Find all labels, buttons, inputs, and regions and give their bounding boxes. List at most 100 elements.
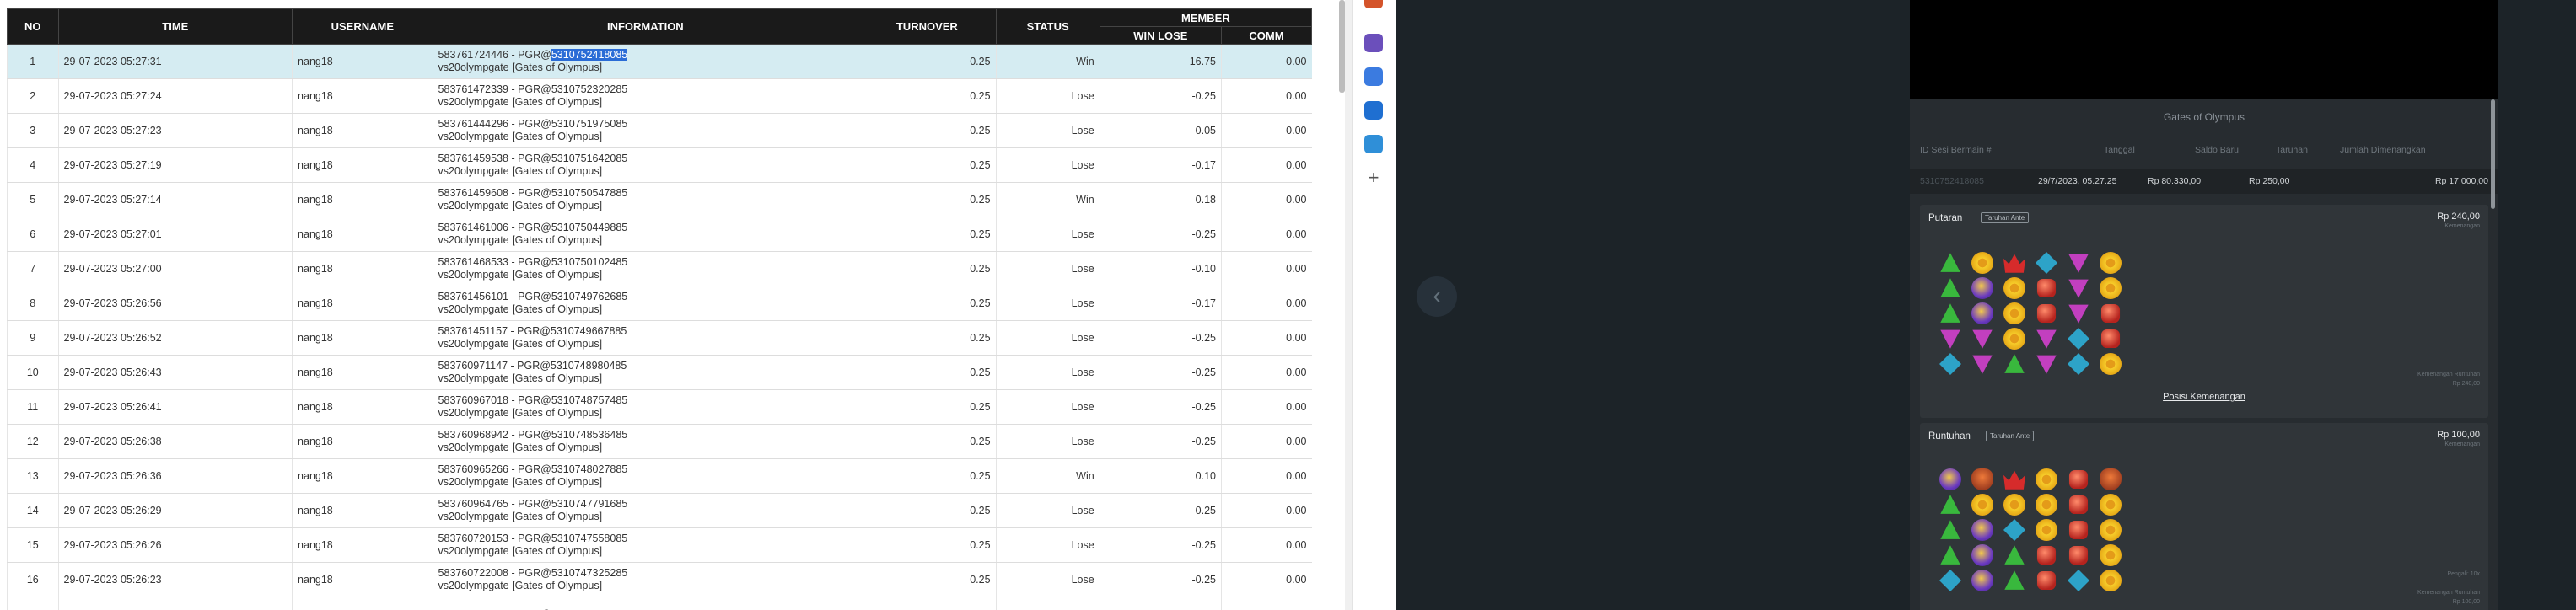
symbol-icon bbox=[2036, 278, 2057, 298]
cell-comm: 0.00 bbox=[1220, 251, 1312, 286]
header-turnover[interactable]: TURNOVER bbox=[858, 8, 997, 45]
table-row[interactable]: 2 29-07-2023 05:27:24 nang18 583761472339 -… bbox=[7, 78, 1312, 114]
cascade-win-label: Kemenangan Runtuhan bbox=[2417, 590, 2480, 596]
table-row[interactable]: 10 29-07-2023 05:26:43 nang18 583760971147 … bbox=[7, 355, 1312, 390]
info-game: vs20olympgate [Gates of Olympus] bbox=[438, 269, 603, 281]
symbol-icon bbox=[1971, 544, 1993, 566]
table-row[interactable]: 3 29-07-2023 05:27:23 nang18 583761444296 -… bbox=[7, 113, 1312, 148]
cell-time: 29-07-2023 05:26:38 bbox=[57, 424, 293, 459]
toolbox-icon[interactable] bbox=[1364, 0, 1383, 8]
cell-comm: 0.00 bbox=[1220, 389, 1312, 425]
cell-turnover: 0.25 bbox=[858, 147, 997, 183]
header-no[interactable]: NO bbox=[7, 8, 59, 45]
info-id: 583760964765 - PGR@5310747791685 bbox=[438, 498, 628, 510]
header-comm[interactable]: COMM bbox=[1220, 26, 1313, 45]
cell-username: nang18 bbox=[292, 389, 433, 425]
table-row[interactable]: 11 29-07-2023 05:26:41 nang18 583760967018 … bbox=[7, 389, 1312, 425]
people-icon[interactable] bbox=[1364, 34, 1383, 52]
cell-turnover: 0.25 bbox=[858, 458, 997, 494]
detail-values: 5310752418085 29/7/2023, 05.27.25 Rp 80.… bbox=[1910, 169, 2498, 194]
cart-icon[interactable] bbox=[1364, 135, 1383, 153]
outlook-icon[interactable] bbox=[1364, 101, 1383, 120]
cell-turnover: 0.25 bbox=[858, 355, 997, 390]
symbol-icon bbox=[2100, 468, 2122, 490]
symbol-icon bbox=[1972, 329, 1993, 349]
cell-comm: 0.00 bbox=[1220, 113, 1312, 148]
cell-username: nang18 bbox=[292, 286, 433, 321]
table-row[interactable]: 5 29-07-2023 05:27:14 nang18 583761459608 -… bbox=[7, 182, 1312, 217]
selected-text[interactable]: 5310752418085 bbox=[551, 49, 628, 61]
cell-turnover: 0.25 bbox=[858, 562, 997, 597]
table-row[interactable]: 12 29-07-2023 05:26:38 nang18 583760968942 … bbox=[7, 424, 1312, 459]
chevron-left-icon[interactable]: ‹ bbox=[1417, 276, 1457, 317]
table-row[interactable]: 14 29-07-2023 05:26:29 nang18 583760964765 … bbox=[7, 493, 1312, 528]
symbol-icon bbox=[2003, 494, 2025, 516]
date-value: 29/7/2023, 05.27.25 bbox=[2038, 176, 2117, 186]
cell-information: 583760965266 - PGR@5310748027885 vs20olym… bbox=[432, 458, 858, 494]
copilot-icon[interactable] bbox=[1364, 67, 1383, 86]
cell-win-lose: 0.10 bbox=[1099, 458, 1222, 494]
table-row[interactable]: 583760719428 - PGR@5310747096285 bbox=[7, 597, 1312, 610]
header-information[interactable]: INFORMATION bbox=[432, 8, 859, 45]
session-id-value: 5310752418085 bbox=[1920, 176, 1984, 186]
symbol-icon bbox=[2036, 570, 2057, 591]
cell-time: 29-07-2023 05:27:01 bbox=[57, 217, 293, 252]
cell-win-lose: -0.25 bbox=[1099, 355, 1222, 390]
symbol-icon bbox=[1940, 303, 1960, 323]
info-game: vs20olympgate [Gates of Olympus] bbox=[438, 372, 603, 384]
info-game: vs20olympgate [Gates of Olympus] bbox=[438, 303, 603, 315]
cell-win-lose: 16.75 bbox=[1099, 44, 1222, 79]
header-win-lose[interactable]: WIN LOSE bbox=[1099, 26, 1222, 45]
cell-comm: 0.00 bbox=[1220, 458, 1312, 494]
cell-comm: 0.00 bbox=[1220, 527, 1312, 563]
symbol-icon bbox=[1939, 468, 1961, 490]
cell-no: 3 bbox=[7, 113, 59, 148]
cascade-win-amount: Rp 100,00 bbox=[2452, 599, 2480, 605]
cell-time: 29-07-2023 05:27:31 bbox=[57, 44, 293, 79]
symbol-icon bbox=[2068, 495, 2089, 515]
ante-badge: Taruhan Ante bbox=[1981, 212, 2030, 223]
header-status[interactable]: STATUS bbox=[995, 8, 1100, 45]
cell-no: 12 bbox=[7, 424, 59, 459]
cell-time: 29-07-2023 05:26:41 bbox=[57, 389, 293, 425]
cell-status: Lose bbox=[995, 78, 1100, 114]
cell-no: 15 bbox=[7, 527, 59, 563]
panel-scrollbar[interactable] bbox=[2491, 99, 2495, 209]
plus-icon[interactable]: + bbox=[1364, 169, 1383, 187]
cell-win-lose: -0.25 bbox=[1099, 217, 1222, 252]
table-row[interactable]: 7 29-07-2023 05:27:00 nang18 583761468533 -… bbox=[7, 251, 1312, 286]
symbol-icon bbox=[2036, 355, 2057, 374]
symbol-icon bbox=[2100, 277, 2122, 299]
table-row[interactable]: 8 29-07-2023 05:26:56 nang18 583761456101 -… bbox=[7, 286, 1312, 321]
symbol-icon bbox=[2036, 519, 2057, 541]
col-bet: Taruhan bbox=[2276, 145, 2308, 155]
symbol-icon bbox=[1971, 494, 1993, 516]
table-row[interactable]: 9 29-07-2023 05:26:52 nang18 583761451157 -… bbox=[7, 320, 1312, 356]
symbol-icon bbox=[2036, 252, 2057, 274]
info-game: vs20olympgate [Gates of Olympus] bbox=[438, 62, 603, 73]
info-id: 583761468533 - PGR@5310750102485 bbox=[438, 256, 628, 268]
symbol-icon bbox=[1971, 468, 1993, 490]
cell-turnover: 0.25 bbox=[858, 320, 997, 356]
info-id: 583761459608 - PGR@5310750547885 bbox=[438, 187, 628, 199]
cell-turnover: 0.25 bbox=[858, 217, 997, 252]
table-scrollbar[interactable] bbox=[1339, 0, 1345, 93]
cell-turnover: 0.25 bbox=[858, 251, 997, 286]
header-username[interactable]: USERNAME bbox=[292, 8, 433, 45]
winning-position-link[interactable]: Posisi Kemenangan bbox=[1920, 392, 2488, 402]
table-row[interactable]: 16 29-07-2023 05:26:23 nang18 583760722008 … bbox=[7, 562, 1312, 597]
table-row[interactable]: 15 29-07-2023 05:26:26 nang18 583760720153 … bbox=[7, 527, 1312, 563]
cell-win-lose: -0.25 bbox=[1099, 424, 1222, 459]
cell-no: 7 bbox=[7, 251, 59, 286]
cell-information: 583761459538 - PGR@5310751642085 vs20olym… bbox=[432, 147, 858, 183]
table-row[interactable]: 4 29-07-2023 05:27:19 nang18 583761459538 -… bbox=[7, 147, 1312, 183]
table-row[interactable]: 1 29-07-2023 05:27:31 nang18 583761724446 -… bbox=[7, 44, 1312, 79]
bet-history-table: NO TIME USERNAME INFORMATION TURNOVER ST… bbox=[7, 8, 1313, 610]
cell-win-lose: -0.10 bbox=[1099, 251, 1222, 286]
report-pane: NO TIME USERNAME INFORMATION TURNOVER ST… bbox=[0, 0, 1345, 610]
header-member: MEMBER bbox=[1099, 8, 1313, 27]
header-time[interactable]: TIME bbox=[57, 8, 293, 45]
table-row[interactable]: 13 29-07-2023 05:26:36 nang18 583760965266 … bbox=[7, 458, 1312, 494]
table-row[interactable]: 6 29-07-2023 05:27:01 nang18 583761461006 -… bbox=[7, 217, 1312, 252]
cell-comm: 0.00 bbox=[1220, 424, 1312, 459]
